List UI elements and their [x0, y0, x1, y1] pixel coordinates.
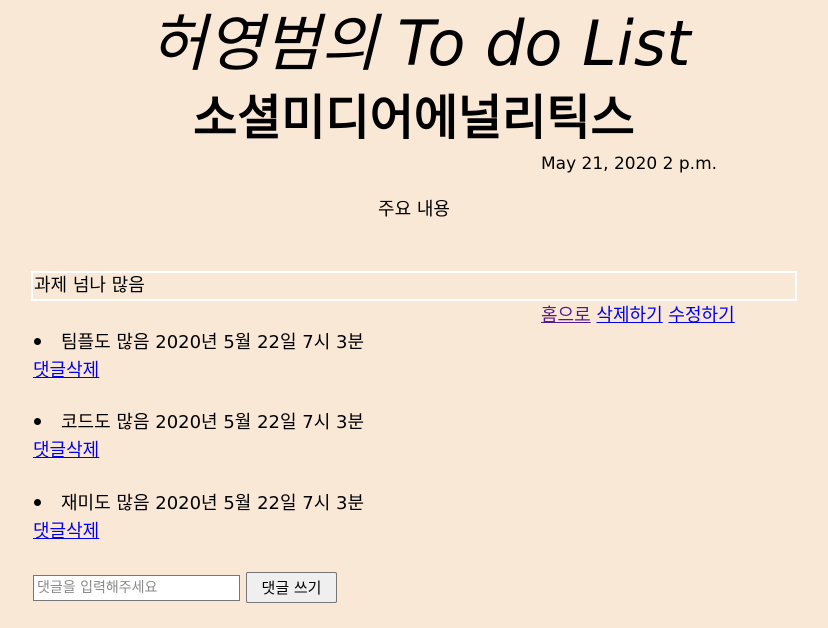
edit-link[interactable]: 수정하기 [668, 305, 734, 326]
comment-text: 코드도 많음 2020년 5월 22일 7시 3분 [61, 412, 364, 433]
comment-input[interactable] [33, 575, 240, 601]
submit-comment-button[interactable]: 댓글 쓰기 [246, 572, 337, 603]
post-date: May 21, 2020 2 p.m. [541, 154, 718, 174]
summary-label: 주요 내용 [378, 199, 450, 220]
page-subtitle: 소셜미디어에널리틱스 [193, 90, 635, 146]
comment-delete-link[interactable]: 댓글삭제 [33, 520, 99, 544]
home-link[interactable]: 홈으로 [541, 305, 591, 326]
comment-delete-link[interactable]: 댓글삭제 [33, 439, 99, 463]
comment-item: 재미도 많음 2020년 5월 22일 7시 3분 [33, 492, 364, 516]
comment-item: 코드도 많음 2020년 5월 22일 7시 3분 [33, 411, 364, 435]
comment-text: 재미도 많음 2020년 5월 22일 7시 3분 [61, 493, 364, 514]
comment-text: 팀플도 많음 2020년 5월 22일 7시 3분 [61, 332, 364, 353]
bullet-icon [33, 331, 61, 355]
bullet-icon [33, 492, 61, 516]
delete-link[interactable]: 삭제하기 [596, 305, 662, 326]
comment-delete-link[interactable]: 댓글삭제 [33, 359, 99, 383]
comment-item: 팀플도 많음 2020년 5월 22일 7시 3분 [33, 331, 364, 355]
bullet-icon [33, 411, 61, 435]
post-content: 과제 넘나 많음 [31, 271, 797, 301]
post-actions: 홈으로 삭제하기 수정하기 [541, 304, 735, 328]
page-title: 허영범의 To do List [149, 7, 691, 80]
